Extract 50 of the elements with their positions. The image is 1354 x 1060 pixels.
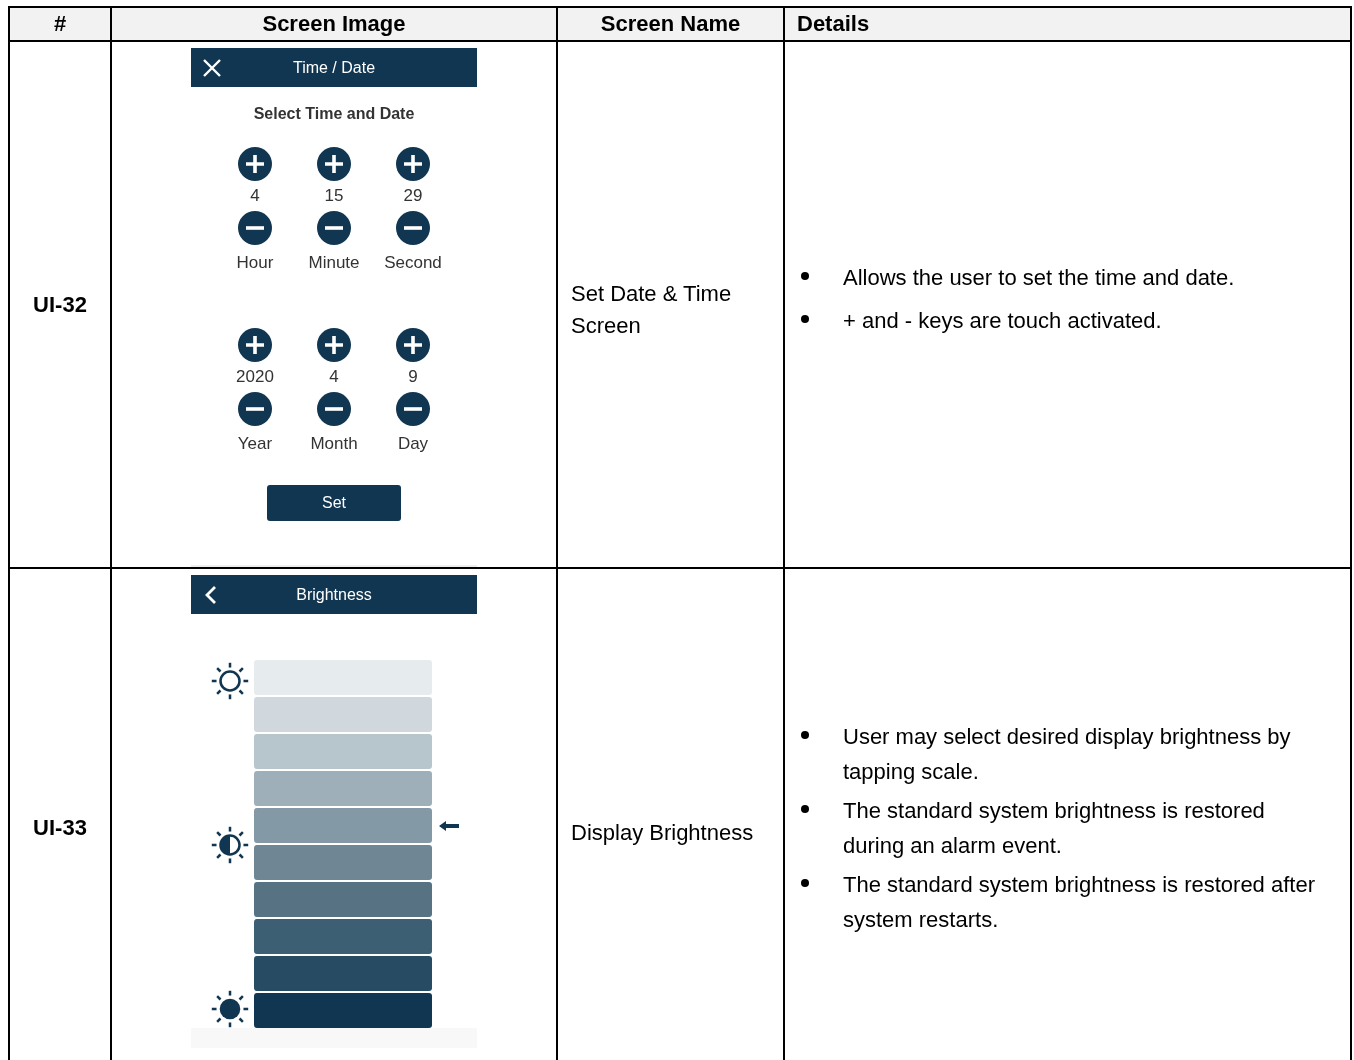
stepper-label: Minute bbox=[308, 252, 360, 274]
detail-text: The standard system brightness is restored after system restarts. bbox=[843, 871, 1316, 934]
plus-icon[interactable] bbox=[317, 147, 351, 181]
stepper-label: Hour bbox=[236, 252, 274, 274]
minus-icon[interactable] bbox=[317, 211, 351, 245]
screen-name: Display Brightness bbox=[571, 819, 754, 847]
column-header: # bbox=[10, 8, 112, 42]
column-header: Details bbox=[785, 8, 1352, 42]
stepper-label: Year bbox=[237, 433, 273, 455]
plus-icon[interactable] bbox=[396, 147, 430, 181]
plus-icon[interactable] bbox=[317, 328, 351, 362]
stepper-value: 9 bbox=[408, 366, 418, 388]
stepper-value: 4 bbox=[250, 185, 260, 207]
stepper-label: Month bbox=[310, 433, 358, 455]
screen-title: Time / Date bbox=[292, 58, 376, 77]
stepper-label: Day bbox=[397, 433, 429, 455]
stepper-label: Second bbox=[384, 252, 442, 274]
bullet-icon bbox=[801, 731, 809, 739]
detail-text: + and - keys are touch activated. bbox=[843, 307, 1162, 335]
plus-icon[interactable] bbox=[396, 328, 430, 362]
half-sun-icon bbox=[210, 826, 249, 864]
stepper-value: 2020 bbox=[236, 366, 274, 388]
stepper-value: 15 bbox=[324, 185, 344, 207]
sun-outline-icon bbox=[210, 662, 249, 700]
stepper-value: 29 bbox=[403, 185, 423, 207]
row-id: UI-33 bbox=[33, 815, 87, 841]
minus-icon[interactable] bbox=[238, 211, 272, 245]
bullet-icon bbox=[801, 272, 809, 280]
plus-icon[interactable] bbox=[238, 328, 272, 362]
minus-icon[interactable] bbox=[396, 211, 430, 245]
screen-name: Set Date & Time Screen bbox=[571, 279, 733, 340]
screen-title: Brightness bbox=[296, 585, 372, 604]
bullet-icon bbox=[801, 879, 809, 887]
detail-text: The standard system brightness is restored during an alarm event. bbox=[843, 797, 1266, 860]
minus-icon[interactable] bbox=[396, 392, 430, 426]
sun-filled-icon bbox=[210, 990, 249, 1028]
close-icon[interactable] bbox=[202, 57, 222, 78]
column-header: Screen Name bbox=[558, 8, 785, 42]
minus-icon[interactable] bbox=[238, 392, 272, 426]
stepper-value: 4 bbox=[329, 366, 339, 388]
row-id: UI-32 bbox=[33, 291, 87, 318]
detail-text: Allows the user to set the time and date. bbox=[843, 264, 1235, 292]
column-header: Screen Image bbox=[112, 8, 558, 42]
set-button[interactable]: Set bbox=[267, 485, 401, 521]
detail-text: User may select desired display brightness by tapping scale. bbox=[843, 723, 1292, 786]
plus-icon[interactable] bbox=[238, 147, 272, 181]
minus-icon[interactable] bbox=[317, 392, 351, 426]
bullet-icon bbox=[801, 315, 809, 323]
screen-heading: Select Time and Date bbox=[253, 105, 415, 123]
bullet-icon bbox=[801, 805, 809, 813]
